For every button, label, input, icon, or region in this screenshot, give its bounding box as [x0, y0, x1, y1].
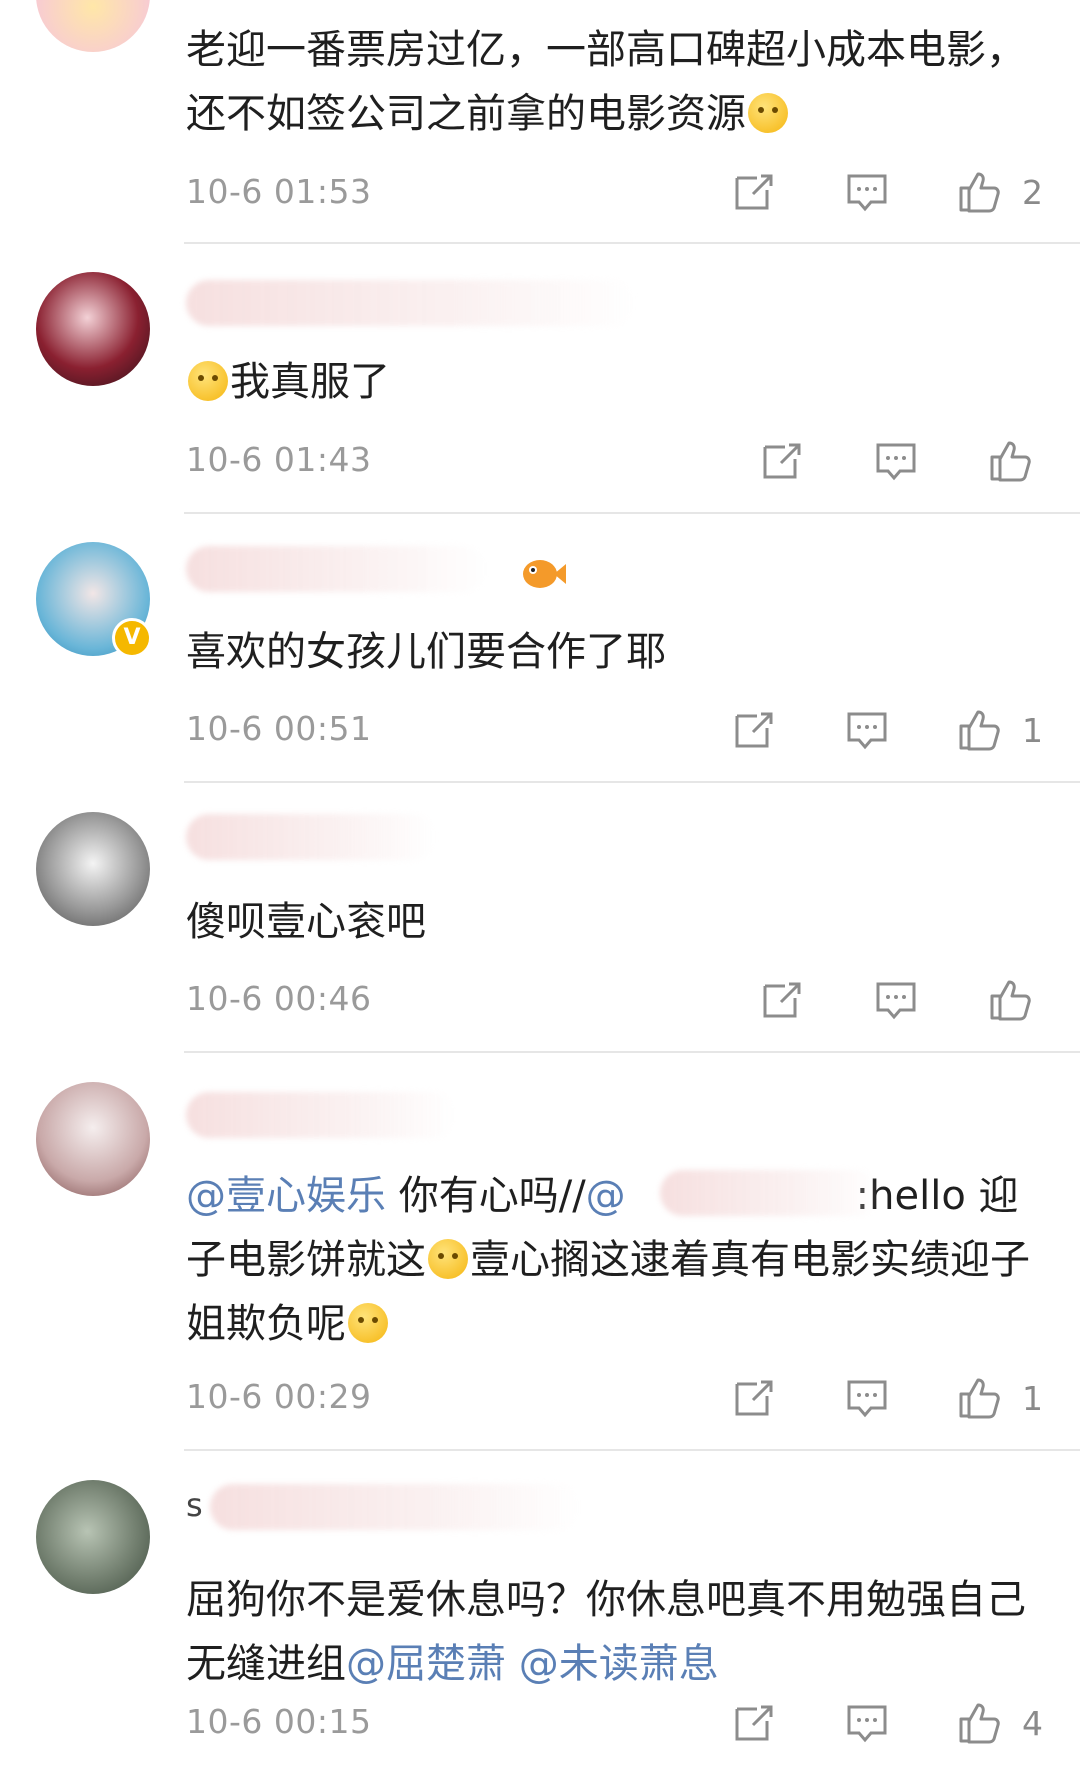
comment-actions: 1: [0, 706, 1080, 756]
avatar[interactable]: [36, 272, 150, 386]
comment-text: 傻呗壹心衮吧: [186, 899, 426, 945]
verified-badge-icon: V: [112, 618, 152, 658]
mention-link[interactable]: @: [586, 1173, 626, 1219]
comment-icon[interactable]: [843, 706, 891, 754]
username-redacted: [186, 280, 636, 326]
comment-actions: [0, 976, 1080, 1026]
thumbs-up-icon[interactable]: [986, 976, 1034, 1024]
share-icon[interactable]: [731, 1699, 779, 1747]
comment-actions: 4: [0, 1699, 1080, 1749]
mention-link[interactable]: @屈楚萧: [346, 1641, 506, 1687]
mention-link[interactable]: @未读萧息: [519, 1641, 719, 1687]
divider: [184, 242, 1080, 244]
avatar[interactable]: [36, 812, 150, 926]
username-prefix: s: [186, 1486, 203, 1524]
comment-icon[interactable]: [843, 1699, 891, 1747]
confused-emoji-icon: [348, 1303, 388, 1343]
comment-text: 我真服了: [186, 350, 1046, 414]
comment-actions: 2: [0, 168, 1080, 218]
comment-text: 老迎一番票房过亿，一部高口碑超小成本电影，还不如签公司之前拿的电影资源: [186, 27, 1026, 137]
username-redacted: [186, 546, 486, 592]
mention-link[interactable]: @壹心娱乐: [186, 1173, 386, 1219]
like-count: 4: [1022, 1704, 1043, 1743]
username-redacted: [210, 1484, 580, 1530]
comment-actions: 1: [0, 1374, 1080, 1424]
avatar[interactable]: [36, 1480, 150, 1594]
username-redacted: [186, 814, 436, 860]
comment-actions: [0, 437, 1080, 487]
comment-icon[interactable]: [872, 976, 920, 1024]
confused-emoji-icon: [428, 1239, 468, 1279]
share-icon[interactable]: [731, 1374, 779, 1422]
like-count: 1: [1022, 711, 1043, 750]
thumbs-up-icon[interactable]: [955, 168, 1003, 216]
sweat-emoji-icon: [748, 93, 788, 133]
comment-text: 喜欢的女孩儿们要合作了耶: [186, 629, 666, 675]
comment-text: 屈狗你不是爱休息吗？你休息吧真不用勉强自己无缝进组@屈楚萧 @未读萧息: [186, 1577, 1026, 1687]
divider: [184, 512, 1080, 514]
share-icon[interactable]: [759, 437, 807, 485]
like-count: 2: [1022, 173, 1043, 212]
share-icon[interactable]: [759, 976, 807, 1024]
comment-icon[interactable]: [843, 1374, 891, 1422]
thumbs-up-icon[interactable]: [986, 437, 1034, 485]
avatar[interactable]: [36, 1082, 150, 1196]
divider: [184, 781, 1080, 783]
share-icon[interactable]: [731, 168, 779, 216]
username-redacted: [186, 1092, 456, 1138]
fish-badge-icon: [523, 560, 566, 588]
comment-icon[interactable]: [843, 168, 891, 216]
mention-redacted: [660, 1170, 880, 1216]
share-icon[interactable]: [731, 706, 779, 754]
confused-emoji-icon: [188, 361, 228, 401]
comment-icon[interactable]: [872, 437, 920, 485]
comment-text: @壹心娱乐 你有心吗//@:hello 迎子电影饼就这 壹心搁这逮着真有电影实绩迎…: [186, 1173, 1030, 1347]
divider: [184, 1051, 1080, 1053]
thumbs-up-icon[interactable]: [955, 1374, 1003, 1422]
thumbs-up-icon[interactable]: [955, 1699, 1003, 1747]
divider: [184, 1449, 1080, 1451]
like-count: 1: [1022, 1379, 1043, 1418]
thumbs-up-icon[interactable]: [955, 706, 1003, 754]
avatar[interactable]: [36, 0, 150, 52]
